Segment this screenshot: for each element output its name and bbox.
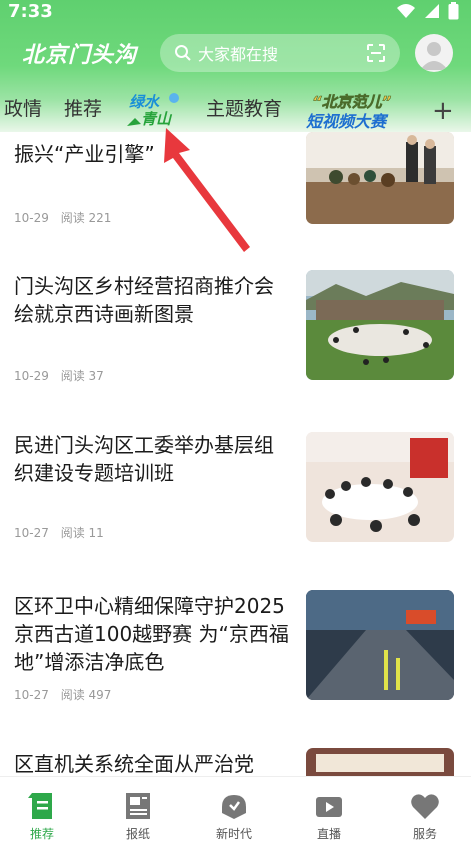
nav-new-era[interactable]: 新时代 <box>199 777 269 841</box>
tab-short-video-contest[interactable]: “北京范儿” 短视频大赛 <box>302 90 410 132</box>
nav-label: 直播 <box>316 827 341 841</box>
recommend-icon <box>28 793 52 819</box>
article-reads: 阅读 497 <box>60 688 112 702</box>
tab-theme-education[interactable]: 主题教育 <box>206 86 282 132</box>
list-item[interactable]: ▆▆▆▆▆▆▆▆▆▆▆▆ 振兴“产业引擎” 10-29 阅读 221 <box>0 132 471 242</box>
green-mountains-tab-art: 绿水 青山 <box>127 93 179 128</box>
newspaper-icon <box>126 793 150 819</box>
search-placeholder: 大家都在搜 <box>198 45 279 64</box>
system-icons <box>396 2 459 20</box>
article-meta: 10-27 阅读 11 <box>14 524 112 541</box>
nav-newspaper[interactable]: 报纸 <box>103 777 173 841</box>
image-courtyard-event <box>306 270 454 380</box>
status-time: 7:33 <box>8 1 53 22</box>
nav-service[interactable]: 服务 <box>390 777 460 841</box>
new-era-icon <box>222 795 246 819</box>
header: 7:33 北京门头沟 大家都在搜 政情 推荐 绿水 青山 主题教育 “北京范儿”… <box>0 0 471 132</box>
tab-green-mountains[interactable]: 绿水 青山 <box>127 90 187 130</box>
scan-icon[interactable] <box>366 43 386 63</box>
tab-green-mountains-line2: 青山 <box>141 110 173 128</box>
image-conference-stage <box>306 748 454 776</box>
article-thumbnail <box>306 748 454 776</box>
short-video-contest-tab-art: “北京范儿” 短视频大赛 <box>306 93 392 131</box>
tab-recommend[interactable]: 推荐 <box>64 86 102 132</box>
list-item[interactable]: 区直机关系统全面从严治党 <box>0 742 471 776</box>
tab-short-video-line2: 短视频大赛 <box>306 112 389 131</box>
bottom-navigation: 推荐 报纸 新时代 直播 服务 <box>0 776 471 841</box>
article-title: 振兴“产业引擎” <box>14 142 155 166</box>
image-craft-exhibit <box>306 132 454 224</box>
article-thumbnail <box>306 432 454 542</box>
article-meta: 10-29 阅读 221 <box>14 209 119 226</box>
article-meta: 10-29 阅读 37 <box>14 367 112 384</box>
article-list: ▆▆▆▆▆▆▆▆▆▆▆▆ 振兴“产业引擎” 10-29 阅读 221 门头沟区乡… <box>0 132 471 776</box>
article-reads: 阅读 11 <box>60 526 104 540</box>
search-icon <box>175 45 191 61</box>
article-date: 10-29 <box>14 211 49 225</box>
article-thumbnail <box>306 132 454 224</box>
nav-label: 新时代 <box>215 827 252 841</box>
tab-short-video-line1: “北京范儿” <box>312 93 392 111</box>
signal-icon <box>425 4 439 18</box>
add-tab-button[interactable]: + <box>432 96 454 126</box>
nav-live[interactable]: 直播 <box>294 777 364 841</box>
status-bar: 7:33 <box>0 0 471 26</box>
article-title: 门头沟区乡村经营招商推介会绘就京西诗画新图景 <box>14 274 274 326</box>
article-reads: 阅读 221 <box>60 211 112 225</box>
search-bar[interactable]: 大家都在搜 <box>160 34 400 72</box>
nav-label: 报纸 <box>125 827 150 841</box>
wifi-icon <box>397 4 415 18</box>
article-title: 民进门头沟区工委举办基层组织建设专题培训班 <box>14 433 274 485</box>
live-icon <box>316 797 342 817</box>
article-thumbnail <box>306 270 454 380</box>
tab-politics[interactable]: 政情 <box>4 86 42 132</box>
article-date: 10-27 <box>14 526 49 540</box>
article-date: 10-27 <box>14 688 49 702</box>
tab-green-mountains-line1: 绿水 <box>129 93 160 111</box>
article-title-clipped: ▆▆▆▆▆▆▆▆▆▆▆▆ 振兴“产业引擎” <box>14 132 289 168</box>
app-logo: 北京门头沟 <box>22 43 138 68</box>
image-training-meeting <box>306 432 454 542</box>
list-item[interactable]: 民进门头沟区工委举办基层组织建设专题培训班 10-27 阅读 11 <box>0 426 471 572</box>
list-item[interactable]: 区环卫中心精细保障守护2025京西古道100越野赛 为“京西福地”增添洁净底色 … <box>0 584 471 746</box>
list-item[interactable]: 门头沟区乡村经营招商推介会绘就京西诗画新图景 10-29 阅读 37 <box>0 268 471 414</box>
service-icon <box>411 794 439 819</box>
article-meta: 10-27 阅读 497 <box>14 686 119 703</box>
article-title: 区直机关系统全面从严治党 <box>14 752 254 776</box>
nav-label: 服务 <box>412 827 437 841</box>
nav-label: 推荐 <box>29 827 54 841</box>
battery-icon <box>448 2 459 20</box>
image-night-road-cleaning <box>306 590 454 700</box>
nav-recommend[interactable]: 推荐 <box>7 777 77 841</box>
category-tabs: 政情 推荐 绿水 青山 主题教育 “北京范儿” 短视频大赛 <box>0 86 471 132</box>
user-icon <box>420 42 448 70</box>
article-thumbnail <box>306 590 454 700</box>
article-date: 10-29 <box>14 369 49 383</box>
avatar[interactable] <box>415 34 453 72</box>
article-reads: 阅读 37 <box>60 369 104 383</box>
article-title: 区环卫中心精细保障守护2025京西古道100越野赛 为“京西福地”增添洁净底色 <box>14 594 289 674</box>
